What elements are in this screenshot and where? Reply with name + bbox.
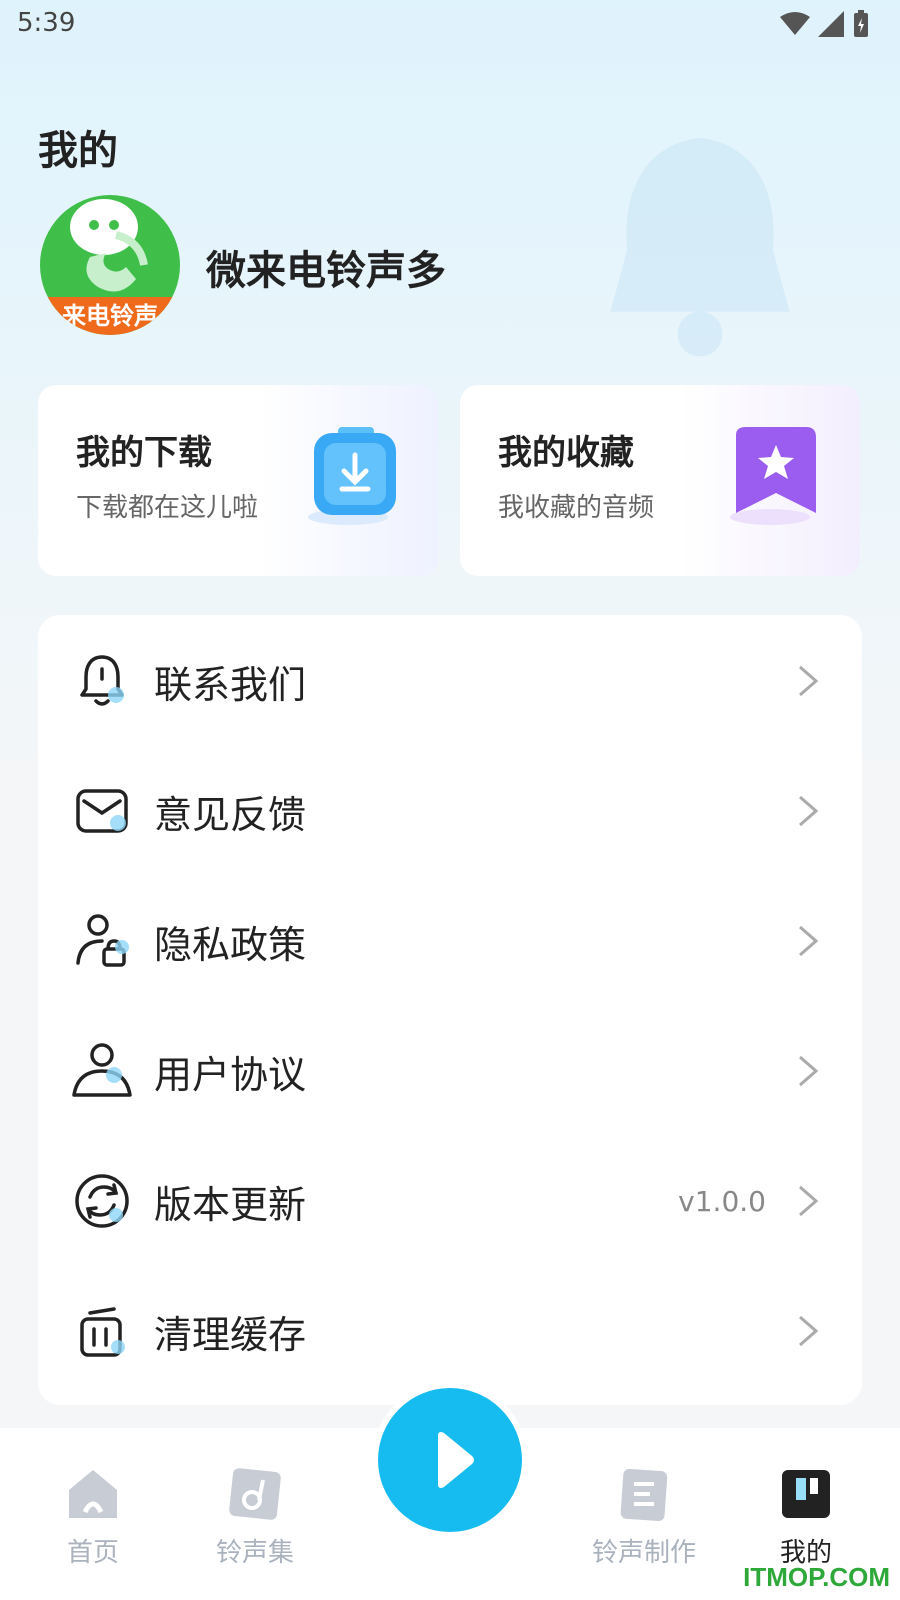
page-title: 我的 — [38, 128, 118, 174]
signal-icon — [818, 11, 844, 37]
chevron-right-icon — [799, 925, 819, 957]
tab-ringtone-set[interactable]: 铃声集 — [175, 1428, 335, 1600]
menu-item-label: 版本更新 — [154, 1182, 307, 1227]
bell-icon — [80, 655, 124, 706]
bell-watermark-icon — [610, 138, 790, 357]
tab-label: 铃声集 — [215, 1538, 294, 1568]
menu-item-update[interactable]: 版本更新 v1.0.0 — [38, 1135, 862, 1267]
menu-item-agreement[interactable]: 用户协议 — [38, 1005, 862, 1137]
tab-ringtone-maker[interactable]: 铃声制作 — [564, 1428, 724, 1600]
trash-icon — [80, 1307, 125, 1357]
user-icon — [72, 1043, 132, 1097]
menu-item-label: 用户协议 — [154, 1052, 307, 1097]
battery-icon — [854, 10, 868, 37]
menu-item-label: 清理缓存 — [154, 1312, 307, 1357]
chevron-right-icon — [799, 665, 819, 697]
menu-item-clear-cache[interactable]: 清理缓存 — [38, 1265, 862, 1397]
chevron-right-icon — [799, 1315, 819, 1347]
avatar-band: 来电铃声 — [40, 297, 180, 335]
mail-icon — [76, 789, 128, 833]
menu-item-label: 联系我们 — [154, 662, 307, 707]
menu-list: 联系我们 意见反馈 隐私政策 用户协议 版本更新 v1.0.0 清理缓存 — [38, 615, 862, 1405]
tab-label: 首页 — [66, 1538, 119, 1568]
status-icons — [780, 10, 870, 38]
menu-item-label: 隐私政策 — [154, 922, 307, 967]
refresh-icon — [75, 1174, 129, 1228]
menu-item-privacy[interactable]: 隐私政策 — [38, 875, 862, 1007]
user-lock-icon — [76, 914, 129, 967]
tab-label: 铃声制作 — [591, 1538, 696, 1568]
card-subtitle: 下载都在这儿啦 — [76, 493, 259, 523]
menu-item-feedback[interactable]: 意见反馈 — [38, 745, 862, 877]
status-bar: 5:39 — [0, 0, 900, 48]
status-time: 5:39 — [17, 8, 76, 38]
chevron-right-icon — [799, 1055, 819, 1087]
chevron-right-icon — [799, 795, 819, 827]
my-downloads-card[interactable]: 我的下载 下载都在这儿啦 — [38, 385, 438, 576]
card-subtitle: 我收藏的音频 — [498, 493, 655, 523]
user-name: 微来电铃声多 — [206, 248, 446, 294]
download-icon — [308, 427, 396, 525]
play-button[interactable] — [378, 1388, 522, 1532]
avatar[interactable]: 来电铃声 — [40, 195, 180, 335]
card-title: 我的收藏 — [498, 433, 634, 473]
wifi-icon — [780, 12, 810, 35]
tab-home[interactable]: 首页 — [13, 1428, 173, 1600]
chevron-right-icon — [799, 1185, 819, 1217]
card-title: 我的下载 — [76, 433, 212, 473]
version-value: v1.0.0 — [678, 1184, 766, 1218]
menu-item-contact[interactable]: 联系我们 — [38, 615, 862, 747]
edit-icon — [620, 1468, 668, 1522]
profile-icon — [782, 1470, 830, 1518]
play-icon — [438, 1432, 474, 1488]
my-favorites-card[interactable]: 我的收藏 我收藏的音频 — [460, 385, 860, 576]
watermark: ITMOP.COM — [743, 1562, 890, 1592]
music-icon — [229, 1468, 281, 1520]
star-bookmark-icon — [730, 427, 816, 525]
home-icon — [69, 1470, 117, 1518]
menu-item-label: 意见反馈 — [154, 792, 307, 837]
